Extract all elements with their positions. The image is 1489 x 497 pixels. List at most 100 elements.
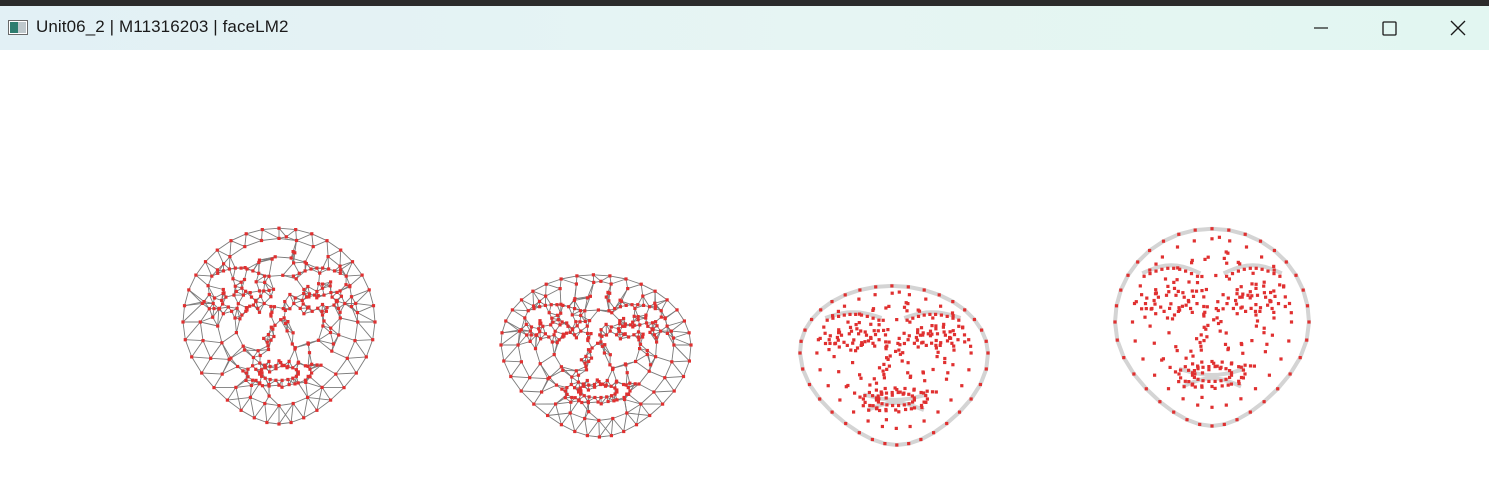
mesh-edge — [340, 317, 358, 323]
landmark-point — [1115, 338, 1119, 342]
maximize-button[interactable] — [1356, 6, 1422, 50]
landmark-point — [599, 402, 603, 406]
landmark-point — [1167, 290, 1171, 294]
landmark-point — [833, 341, 838, 345]
mesh-view-tilted — [499, 273, 693, 439]
mesh-edge — [205, 249, 218, 263]
landmark-point — [1241, 292, 1245, 296]
landmark-point — [1152, 298, 1156, 303]
landmark-point — [589, 332, 593, 336]
mesh-edge — [322, 256, 329, 269]
landmark-point — [248, 291, 252, 295]
landmark-point — [632, 314, 636, 318]
mesh-edge — [343, 372, 357, 388]
mesh-edge — [545, 284, 547, 297]
landmark-point — [837, 370, 841, 374]
landmark-point — [1165, 316, 1170, 320]
landmark-point — [638, 323, 642, 327]
landmark-point — [228, 255, 232, 259]
landmark-point — [308, 375, 312, 379]
landmark-point — [257, 382, 261, 386]
landmark-point — [848, 312, 852, 316]
landmark-point — [293, 382, 297, 386]
landmark-point — [902, 341, 906, 346]
landmark-point — [1148, 272, 1152, 276]
landmark-point — [183, 338, 187, 342]
landmark-point — [254, 367, 258, 371]
landmark-point — [277, 404, 281, 408]
mesh-edge — [512, 309, 526, 319]
landmark-point — [639, 402, 643, 406]
landmark-point — [1210, 384, 1214, 389]
landmark-point — [956, 338, 960, 342]
mesh-edge — [229, 256, 236, 269]
landmark-point — [1239, 306, 1243, 310]
landmark-point — [335, 290, 339, 294]
landmark-point — [234, 331, 238, 335]
landmark-point — [604, 322, 608, 326]
landmark-point — [661, 402, 665, 406]
title-bar[interactable]: Unit06_2 | M11316203 | faceLM2 — [0, 6, 1489, 50]
landmark-point — [236, 302, 240, 306]
mesh-edge — [653, 377, 666, 393]
landmark-point — [1252, 364, 1256, 368]
landmark-point — [267, 383, 271, 387]
landmark-point — [849, 329, 854, 333]
landmark-point — [1272, 316, 1276, 320]
minimize-button[interactable] — [1288, 6, 1354, 50]
mesh-edge — [262, 229, 280, 239]
landmark-point — [258, 353, 262, 358]
landmark-point — [1186, 298, 1190, 303]
landmark-point — [618, 322, 622, 326]
mesh-edge — [346, 340, 356, 359]
close-button[interactable] — [1425, 6, 1489, 50]
landmark-point — [267, 359, 271, 363]
landmark-point — [212, 386, 216, 390]
landmark-point — [1145, 296, 1149, 300]
landmark-point — [1220, 360, 1224, 364]
mesh-edge — [249, 397, 255, 418]
landmark-point — [1258, 306, 1263, 310]
mesh-edge — [335, 373, 345, 388]
landmark-point — [254, 378, 258, 382]
landmark-point — [665, 324, 669, 328]
landmark-point — [1154, 288, 1158, 292]
landmark-point — [819, 308, 823, 312]
landmark-point — [315, 289, 319, 294]
mesh-edge — [365, 339, 374, 358]
landmark-point — [220, 372, 224, 376]
landmark-point — [951, 300, 955, 304]
landmark-point — [354, 301, 358, 305]
landmark-point — [1193, 385, 1197, 389]
landmark-point — [659, 309, 663, 313]
landmark-point — [905, 309, 909, 313]
landmark-point — [652, 333, 657, 337]
landmark-point — [1278, 283, 1282, 287]
landmark-point — [610, 394, 614, 398]
landmark-point — [672, 389, 676, 393]
mesh-edge — [612, 418, 625, 432]
landmark-point — [936, 410, 940, 414]
landmark-point — [224, 295, 228, 299]
landmark-point — [1217, 235, 1221, 239]
mesh-edge — [234, 317, 237, 333]
landmark-point — [863, 394, 867, 398]
landmark-point — [669, 329, 673, 333]
landmark-point — [969, 344, 973, 348]
landmark-point — [655, 340, 659, 344]
landmark-point — [215, 248, 219, 252]
landmark-point — [306, 395, 310, 399]
landmark-point — [857, 321, 861, 325]
landmark-point — [647, 369, 651, 373]
landmark-point — [586, 399, 590, 404]
mesh-edge — [278, 403, 294, 407]
mesh-edge — [210, 357, 230, 360]
landmark-point — [897, 403, 901, 408]
landmark-point — [559, 423, 563, 427]
landmark-point — [1307, 320, 1311, 324]
landmark-point — [1136, 260, 1140, 264]
landmark-point — [597, 418, 601, 422]
landmark-point — [972, 317, 976, 322]
mesh-edge — [321, 387, 331, 401]
landmark-point — [1142, 274, 1146, 278]
